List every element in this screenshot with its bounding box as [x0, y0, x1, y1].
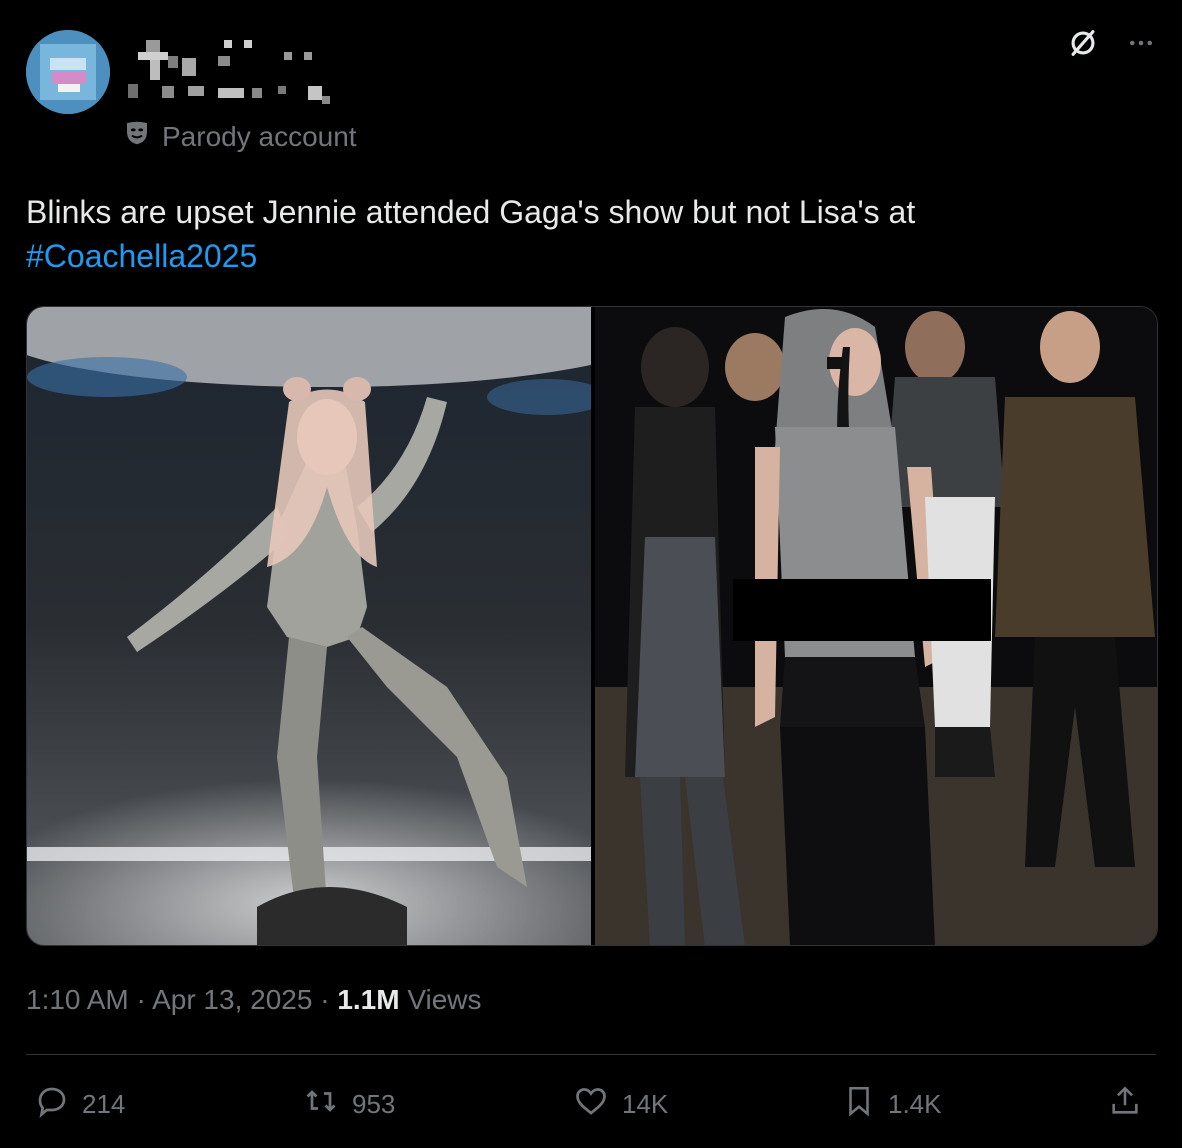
views-count: 1.1M [337, 984, 400, 1015]
media-grid [26, 306, 1158, 946]
meta-separator: · [136, 984, 146, 1015]
repost-count: 953 [352, 1088, 396, 1119]
like-button[interactable]: 14K [572, 1080, 668, 1128]
share-button[interactable] [1108, 1080, 1142, 1128]
photo-crowd[interactable] [595, 307, 1157, 945]
repost-icon [302, 1083, 340, 1126]
more-icon[interactable] [1126, 28, 1156, 58]
bookmark-button[interactable]: 1.4K [842, 1080, 942, 1128]
tweet-text: Blinks are upset Jennie attended Gaga's … [26, 190, 1146, 278]
avatar[interactable] [26, 30, 110, 114]
reply-icon [34, 1083, 70, 1126]
meta-separator: · [320, 984, 330, 1015]
hashtag-link[interactable]: #Coachella2025 [26, 234, 1146, 278]
repost-button[interactable]: 953 [302, 1080, 395, 1128]
bookmark-count: 1.4K [888, 1088, 942, 1119]
reply-count: 214 [82, 1088, 126, 1119]
mask-icon [122, 118, 152, 155]
divider [26, 1054, 1156, 1055]
caption-sticker [733, 579, 991, 641]
bookmark-icon [842, 1082, 876, 1127]
display-name[interactable] [128, 34, 348, 104]
tweet-date[interactable]: Apr 13, 2025 [152, 984, 312, 1015]
views-label: Views [407, 984, 482, 1015]
grok-icon[interactable] [1066, 26, 1100, 60]
heart-icon [572, 1083, 610, 1126]
like-count: 14K [622, 1088, 669, 1119]
tweet: Parody account Blinks are upset Jennie a… [0, 0, 1182, 1148]
photo-stage-performer[interactable] [27, 307, 591, 945]
tweet-time[interactable]: 1:10 AM [26, 984, 129, 1015]
parody-badge-label: Parody account [162, 120, 357, 152]
parody-badge: Parody account [122, 118, 357, 155]
tweet-meta: 1:10 AM · Apr 13, 2025 · 1.1M Views [26, 984, 482, 1016]
tweet-body: Blinks are upset Jennie attended Gaga's … [26, 194, 916, 230]
share-icon [1108, 1082, 1142, 1127]
reply-button[interactable]: 214 [34, 1080, 125, 1128]
action-bar: 214 953 14K 1.4K [34, 1080, 1154, 1128]
